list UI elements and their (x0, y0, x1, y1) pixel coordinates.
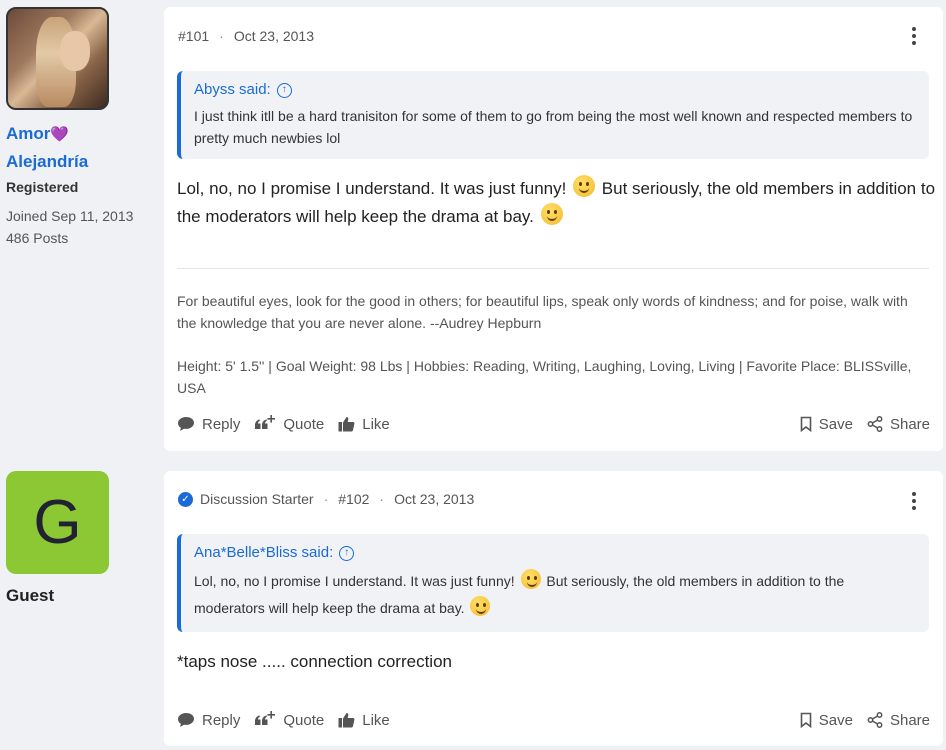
post-header: #101 · Oct 23, 2013 (178, 28, 314, 44)
username-second[interactable]: Alejandría (6, 152, 88, 171)
post-actions: Reply Quote Like Save Share (177, 711, 930, 729)
reply-button[interactable]: Reply (177, 416, 240, 433)
quote-block: Ana*Belle*Bliss said: ↑ Lol, no, no I pr… (177, 534, 929, 632)
quote-label[interactable]: Quote (283, 416, 324, 433)
reply-icon (178, 417, 194, 431)
post-body: *taps nose ..... connection correction (177, 652, 452, 671)
quote-text: I just think itll be a hard tranisiton f… (194, 108, 913, 146)
bookmark-icon (800, 712, 812, 728)
share-icon (867, 712, 883, 728)
save-button[interactable]: Save (800, 416, 853, 433)
quote-label[interactable]: Quote (283, 712, 324, 729)
quote-author-label[interactable]: Ana*Belle*Bliss said: (194, 542, 333, 564)
post-count: 486 Posts (6, 230, 69, 246)
share-button[interactable]: Share (867, 712, 930, 729)
reply-label[interactable]: Reply (202, 712, 240, 729)
post-card: #101 · Oct 23, 2013 Abyss said: ↑ I just… (164, 7, 943, 451)
avatar-face (60, 31, 90, 71)
avatar[interactable]: G (6, 471, 109, 574)
avatar[interactable] (6, 7, 109, 110)
post-number[interactable]: #101 (178, 28, 209, 44)
post-date[interactable]: Oct 23, 2013 (394, 491, 474, 507)
username: Guest (6, 586, 55, 605)
smile-emoji-icon (573, 175, 596, 197)
arrow-up-circle-icon[interactable]: ↑ (276, 82, 292, 98)
separator-dot: · (219, 28, 224, 44)
username-first[interactable]: Amor (6, 124, 50, 143)
thumbs-up-icon (338, 417, 355, 432)
quote-icon (255, 415, 276, 429)
avatar-letter: G (33, 488, 82, 557)
post-body-text-1: Lol, no, no I promise I understand. It w… (177, 179, 567, 198)
like-label[interactable]: Like (362, 712, 390, 729)
share-icon (867, 416, 883, 432)
reply-label[interactable]: Reply (202, 416, 240, 433)
arrow-up-circle-icon[interactable]: ↑ (339, 545, 355, 561)
quote-block: Abyss said: ↑ I just think itll be a har… (177, 71, 929, 159)
smile-emoji-icon (540, 203, 563, 225)
post-actions: Reply Quote Like Save Share (177, 415, 930, 433)
more-options-icon[interactable] (911, 492, 917, 510)
post-card: ✓ Discussion Starter · #102 · Oct 23, 20… (164, 471, 943, 746)
smile-emoji-icon (470, 596, 491, 616)
save-button[interactable]: Save (800, 712, 853, 729)
more-options-icon[interactable] (911, 27, 917, 45)
signature-info: Height: 5' 1.5'' | Goal Weight: 98 Lbs |… (177, 358, 912, 396)
signature-quote: For beautiful eyes, look for the good in… (177, 293, 908, 331)
separator-dot: · (323, 491, 329, 507)
post-author-panel: G Guest (6, 471, 109, 606)
share-label[interactable]: Share (890, 712, 930, 729)
username-link[interactable]: Amor💜 Alejandría (6, 120, 133, 175)
like-button[interactable]: Like (338, 416, 390, 433)
quote-button[interactable]: Quote (254, 711, 324, 729)
user-role: Registered (6, 179, 79, 195)
save-label[interactable]: Save (819, 712, 853, 729)
quote-author[interactable]: Ana*Belle*Bliss said: ↑ (194, 542, 917, 564)
quote-text-1: Lol, no, no I promise I understand. It w… (194, 573, 515, 589)
post-date[interactable]: Oct 23, 2013 (234, 28, 314, 44)
purple-heart-icon: 💜 (50, 126, 70, 143)
signature-divider (177, 268, 929, 269)
quote-button[interactable]: Quote (254, 415, 324, 433)
separator-dot: · (379, 491, 385, 507)
post-body: Lol, no, no I promise I understand. It w… (177, 175, 937, 231)
discussion-starter-badge: Discussion Starter (200, 491, 314, 507)
bookmark-icon (800, 416, 812, 432)
share-label[interactable]: Share (890, 416, 930, 433)
thumbs-up-icon (338, 713, 355, 728)
like-label[interactable]: Like (362, 416, 390, 433)
quote-icon (255, 711, 276, 725)
post-header: ✓ Discussion Starter · #102 · Oct 23, 20… (178, 491, 474, 507)
quote-text: Lol, no, no I promise I understand. It w… (194, 568, 917, 622)
smile-emoji-icon (520, 569, 541, 589)
user-meta: Joined Sep 11, 2013 486 Posts (6, 205, 133, 249)
post-number[interactable]: #102 (338, 491, 369, 507)
quote-author[interactable]: Abyss said: ↑ (194, 79, 917, 101)
check-circle-icon: ✓ (178, 491, 193, 507)
post-author-panel: Amor💜 Alejandría Registered Joined Sep 1… (6, 7, 133, 249)
reply-icon (178, 713, 194, 727)
joined-date: Joined Sep 11, 2013 (6, 208, 134, 224)
share-button[interactable]: Share (867, 416, 930, 433)
quote-author-label[interactable]: Abyss said: (194, 79, 271, 101)
reply-button[interactable]: Reply (177, 712, 240, 729)
like-button[interactable]: Like (338, 712, 390, 729)
save-label[interactable]: Save (819, 416, 853, 433)
